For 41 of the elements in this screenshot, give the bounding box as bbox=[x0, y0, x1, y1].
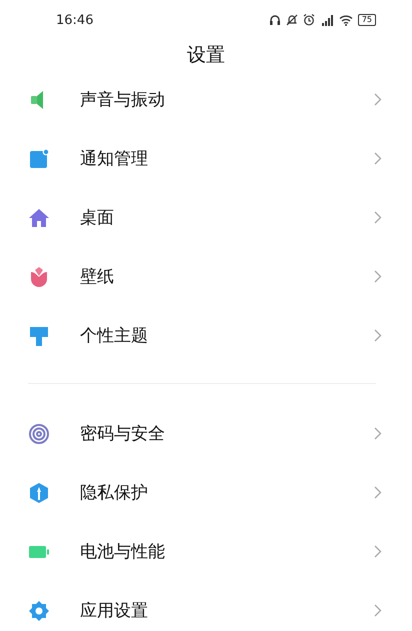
chevron-right-icon bbox=[374, 270, 382, 283]
settings-item[interactable]: 壁纸 bbox=[0, 247, 412, 306]
chevron-right-icon bbox=[374, 329, 382, 342]
chevron-right-icon bbox=[374, 152, 382, 165]
chevron-right-icon bbox=[374, 211, 382, 224]
shield-icon bbox=[28, 482, 50, 504]
alarm-icon bbox=[302, 14, 315, 26]
tulip-icon bbox=[28, 266, 50, 288]
paintbrush-icon bbox=[28, 324, 50, 346]
wifi-icon bbox=[338, 14, 353, 26]
page-title: 设置 bbox=[186, 43, 226, 68]
bell-off-icon bbox=[286, 14, 298, 26]
notification-icon bbox=[28, 148, 50, 170]
item-label: 通知管理 bbox=[80, 148, 149, 170]
settings-item[interactable]: 隐私保护 bbox=[0, 463, 412, 522]
item-label: 桌面 bbox=[80, 207, 115, 229]
headphones-icon bbox=[268, 14, 281, 26]
settings-item[interactable]: 密码与安全 bbox=[0, 404, 412, 463]
settings-item[interactable]: 桌面 bbox=[0, 188, 412, 247]
chevron-right-icon bbox=[374, 486, 382, 499]
item-label: 声音与振动 bbox=[80, 89, 166, 111]
gear-icon bbox=[28, 600, 50, 622]
settings-item[interactable]: 通知管理 bbox=[0, 129, 412, 188]
item-label: 电池与性能 bbox=[80, 541, 166, 563]
chevron-right-icon bbox=[374, 427, 382, 440]
signal-icon bbox=[320, 14, 334, 26]
settings-item[interactable]: 电池与性能 bbox=[0, 522, 412, 581]
item-label: 隐私保护 bbox=[80, 482, 149, 504]
chevron-right-icon bbox=[374, 604, 382, 617]
settings-item[interactable]: 应用设置 bbox=[0, 581, 412, 631]
settings-item[interactable]: 声音与振动 bbox=[0, 70, 412, 129]
item-label: 密码与安全 bbox=[80, 423, 166, 445]
item-label: 应用设置 bbox=[80, 600, 149, 622]
settings-item[interactable]: 个性主题 bbox=[0, 306, 412, 365]
house-icon bbox=[28, 206, 50, 228]
chevron-right-icon bbox=[374, 93, 382, 106]
clock-time: 16:46 bbox=[56, 12, 94, 28]
item-label: 个性主题 bbox=[80, 325, 149, 347]
item-label: 壁纸 bbox=[80, 266, 115, 288]
chevron-right-icon bbox=[374, 545, 382, 558]
battery-level: 75 bbox=[358, 14, 376, 26]
